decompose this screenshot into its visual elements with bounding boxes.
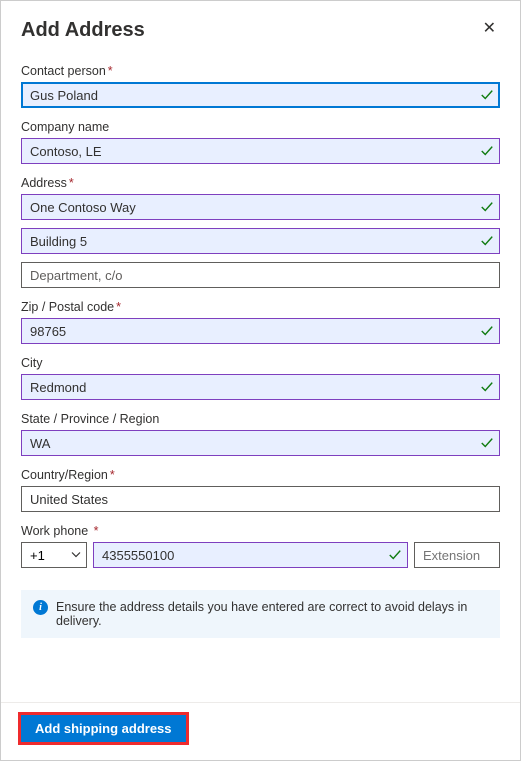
field-state: State / Province / Region (21, 412, 500, 456)
phone-label: Work phone * (21, 524, 500, 538)
country-input[interactable] (21, 486, 500, 512)
field-work-phone: Work phone * (21, 524, 500, 568)
company-name-input[interactable] (21, 138, 500, 164)
address-line1-input[interactable] (21, 194, 500, 220)
phone-extension-input[interactable] (414, 542, 500, 568)
phone-number-input[interactable] (93, 542, 408, 568)
contact-person-label: Contact person* (21, 64, 500, 78)
state-label: State / Province / Region (21, 412, 500, 426)
panel-footer: Add shipping address (1, 702, 520, 760)
required-marker: * (116, 300, 121, 314)
zip-input[interactable] (21, 318, 500, 344)
field-city: City (21, 356, 500, 400)
company-name-label: Company name (21, 120, 500, 134)
contact-person-input[interactable] (21, 82, 500, 108)
add-address-panel: Add Address ✕ Contact person* Company na… (0, 0, 521, 761)
field-country: Country/Region* (21, 468, 500, 512)
page-title: Add Address (21, 19, 145, 42)
panel-header: Add Address ✕ (21, 19, 500, 42)
required-marker: * (110, 468, 115, 482)
address-line3-input[interactable] (21, 262, 500, 288)
info-icon: i (33, 600, 48, 615)
field-contact-person: Contact person* (21, 64, 500, 108)
close-icon[interactable]: ✕ (479, 19, 500, 39)
panel-content: Add Address ✕ Contact person* Company na… (1, 1, 520, 702)
field-zip: Zip / Postal code* (21, 300, 500, 344)
state-input[interactable] (21, 430, 500, 456)
required-marker: * (108, 64, 113, 78)
info-text: Ensure the address details you have ente… (56, 600, 488, 628)
phone-country-code-select[interactable] (21, 542, 87, 568)
address-line2-input[interactable] (21, 228, 500, 254)
info-message: i Ensure the address details you have en… (21, 590, 500, 638)
address-label: Address* (21, 176, 500, 190)
required-marker: * (69, 176, 74, 190)
zip-label: Zip / Postal code* (21, 300, 500, 314)
city-input[interactable] (21, 374, 500, 400)
city-label: City (21, 356, 500, 370)
required-marker: * (94, 524, 99, 538)
add-shipping-address-button[interactable]: Add shipping address (21, 715, 186, 742)
country-label: Country/Region* (21, 468, 500, 482)
field-company-name: Company name (21, 120, 500, 164)
field-address: Address* (21, 176, 500, 288)
